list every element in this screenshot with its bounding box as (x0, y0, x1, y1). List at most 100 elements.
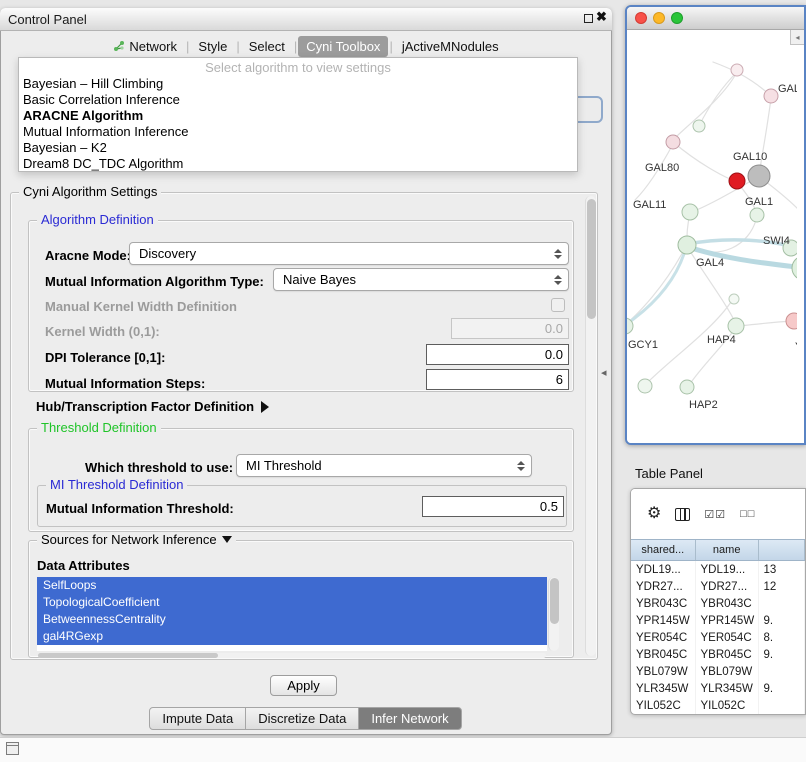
clear-checkboxes-icon[interactable]: □□ (740, 508, 755, 520)
table-row[interactable]: YDL19...YDL19...13 (631, 561, 805, 578)
network-scrollbar-arrow-icon[interactable]: ◂ (790, 30, 804, 45)
zoom-traffic-light-icon[interactable] (671, 12, 683, 24)
attribute-item-betweennesscentrality[interactable]: BetweennessCentrality (37, 611, 547, 628)
table-row[interactable]: YLR345WYLR345W9. (631, 680, 805, 697)
algorithm-option-bayesian-hill-climbing[interactable]: Bayesian – Hill Climbing (19, 76, 577, 92)
network-graph[interactable]: GALGAL80GAL10GAL11GAL1SWI4GAL4GCY1HAP4HA… (627, 30, 797, 440)
bottom-tab-impute-data[interactable]: Impute Data (149, 707, 246, 730)
table-row[interactable]: YIL052CYIL052C (631, 697, 805, 714)
tab-network[interactable]: Network (105, 36, 185, 57)
data-attributes-list: SelfLoopsTopologicalCoefficientBetweenne… (37, 577, 547, 651)
mi-algorithm-type-select[interactable]: Naive Bayes (273, 268, 569, 291)
tab-select[interactable]: Select (241, 36, 293, 57)
network-node[interactable] (731, 64, 743, 76)
which-threshold-select[interactable]: MI Threshold (236, 454, 532, 477)
settings-scrollbar-thumb[interactable] (587, 199, 596, 319)
mi-threshold-field[interactable] (422, 496, 564, 517)
which-threshold-value: MI Threshold (246, 458, 322, 473)
stepper-arrows-icon (554, 275, 562, 285)
bottom-tab-infer-network[interactable]: Infer Network (358, 707, 461, 730)
network-node[interactable] (682, 204, 698, 220)
network-edge[interactable] (627, 251, 685, 325)
attributes-scrollbar[interactable] (548, 577, 559, 651)
close-window-icon[interactable]: ✖ (596, 9, 607, 25)
dropdown-prompt: Select algorithm to view settings (19, 58, 577, 76)
network-node-label: GAL4 (696, 257, 724, 269)
network-node[interactable] (638, 379, 652, 393)
attribute-item-gal4rgexp[interactable]: gal4RGexp (37, 628, 547, 645)
close-traffic-light-icon[interactable] (635, 12, 647, 24)
mi-steps-field[interactable] (426, 369, 569, 390)
tab-jactivemnodules[interactable]: jActiveMNodules (394, 36, 507, 57)
algorithm-option-aracne-algorithm[interactable]: ARACNE Algorithm (19, 108, 577, 124)
network-node[interactable] (786, 313, 797, 329)
attribute-item-topologicalcoefficient[interactable]: TopologicalCoefficient (37, 594, 547, 611)
network-edge[interactable] (627, 248, 685, 325)
sources-group-title[interactable]: Sources for Network Inference (37, 532, 236, 547)
table-row[interactable]: YER054CYER054C8. (631, 629, 805, 646)
aracne-mode-select[interactable]: Discovery (129, 242, 569, 265)
table-cell: YDL19... (631, 561, 696, 578)
network-node-label: SWI4 (763, 235, 790, 247)
float-window-icon[interactable] (584, 14, 593, 23)
kernel-width-label: Kernel Width (0,1): (45, 324, 160, 339)
panel-collapse-arrow[interactable]: ◂ (601, 366, 607, 379)
tab-cyni-toolbox[interactable]: Cyni Toolbox (298, 36, 388, 57)
network-node[interactable] (678, 236, 696, 254)
attributes-hscrollbar[interactable] (38, 653, 546, 658)
minimize-traffic-light-icon[interactable] (653, 12, 665, 24)
bottom-tab-bar: Impute DataDiscretize DataInfer Network (0, 707, 612, 730)
tab-style[interactable]: Style (190, 36, 235, 57)
column-header-shared[interactable]: shared... (631, 540, 696, 560)
threshold-definition-title: Threshold Definition (37, 420, 161, 435)
table-row[interactable]: YDR27...YDR27...12 (631, 578, 805, 595)
network-node[interactable] (680, 380, 694, 394)
network-node[interactable] (666, 135, 680, 149)
gear-icon[interactable]: ⚙ (647, 506, 661, 522)
table-row[interactable]: YBL079WYBL079W (631, 663, 805, 680)
network-edge[interactable] (699, 72, 737, 126)
attributes-hscrollbar-thumb[interactable] (38, 653, 218, 658)
algorithm-option-dream8-dc-tdc-algorithm[interactable]: Dream8 DC_TDC Algorithm (19, 156, 577, 172)
algorithm-option-bayesian-k2[interactable]: Bayesian – K2 (19, 140, 577, 156)
table-row[interactable]: YPR145WYPR145W9. (631, 612, 805, 629)
select-all-checkboxes-icon[interactable]: ☑☑ (704, 508, 726, 521)
apply-button[interactable]: Apply (270, 675, 337, 696)
network-node[interactable] (693, 120, 705, 132)
network-node[interactable] (748, 165, 770, 187)
network-node[interactable] (729, 294, 739, 304)
stepper-arrows-icon (517, 461, 525, 471)
manual-kernel-width-label: Manual Kernel Width Definition (45, 299, 237, 314)
table-cell: YBR045C (696, 646, 759, 663)
attribute-item-selfloops[interactable]: SelfLoops (37, 577, 547, 594)
table-cell: YER054C (696, 629, 759, 646)
algorithm-option-mutual-information-inference[interactable]: Mutual Information Inference (19, 124, 577, 140)
control-panel-titlebar[interactable]: Control Panel (0, 8, 612, 31)
table-cell: YBR043C (631, 595, 696, 612)
network-edge[interactable] (759, 98, 771, 176)
settings-scrollbar[interactable] (585, 196, 596, 656)
network-window-titlebar[interactable] (627, 7, 804, 30)
attributes-scrollbar-thumb[interactable] (550, 578, 559, 624)
hub-definition-toggle[interactable]: Hub/Transcription Factor Definition (36, 399, 269, 414)
network-edge[interactable] (673, 142, 730, 179)
network-node[interactable] (728, 318, 744, 334)
table-row[interactable]: YBR043CYBR043C (631, 595, 805, 612)
table-row[interactable]: YBR045CYBR045C9. (631, 646, 805, 663)
columns-icon[interactable] (675, 508, 690, 521)
aracne-mode-label: Aracne Mode: (45, 248, 131, 263)
network-canvas[interactable]: GALGAL80GAL10GAL11GAL1SWI4GAL4GCY1HAP4HA… (627, 30, 804, 443)
network-node[interactable] (792, 256, 797, 280)
network-node[interactable] (729, 173, 745, 189)
bottom-tab-discretize-data[interactable]: Discretize Data (245, 707, 359, 730)
column-header-name[interactable]: name (696, 540, 759, 560)
network-node-label: GAL11 (633, 199, 666, 211)
network-edge[interactable] (739, 321, 792, 326)
minimized-panel-icon[interactable] (6, 742, 19, 755)
algorithm-option-basic-correlation-inference[interactable]: Basic Correlation Inference (19, 92, 577, 108)
dpi-tolerance-field[interactable] (426, 344, 569, 365)
column-header-2[interactable] (759, 540, 805, 560)
network-node[interactable] (750, 208, 764, 222)
table-cell: YPR145W (631, 612, 696, 629)
network-node[interactable] (764, 89, 778, 103)
